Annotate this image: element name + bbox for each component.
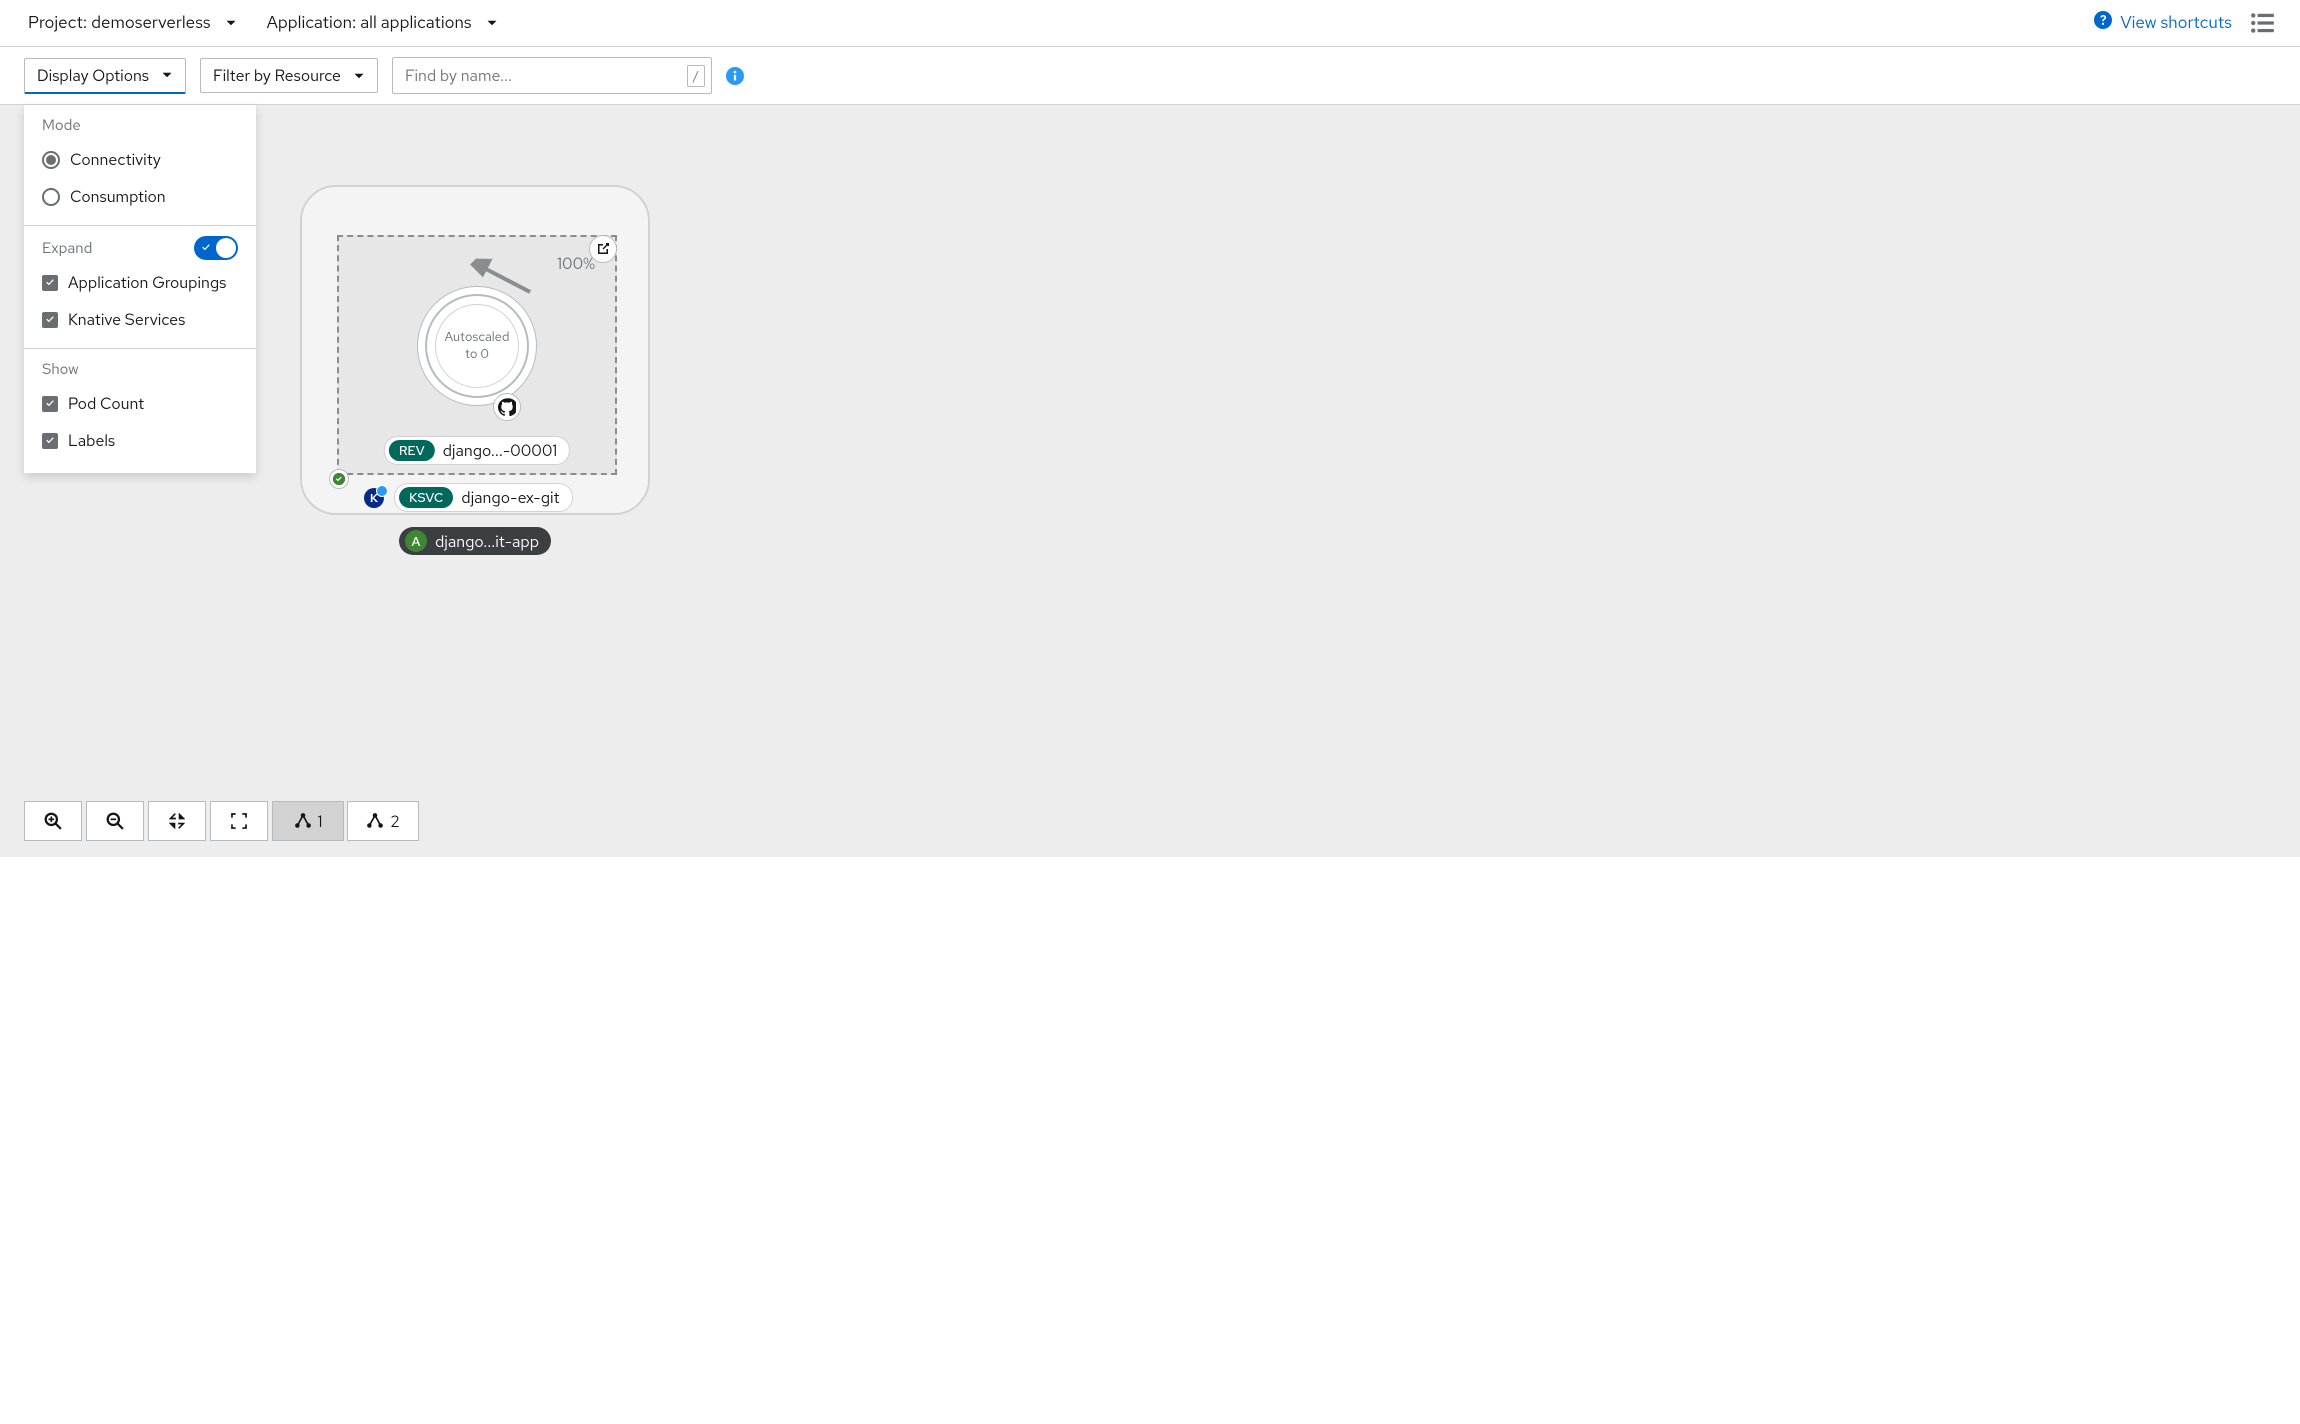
- layout-1-button[interactable]: 1: [272, 801, 344, 841]
- show-labels-option[interactable]: Labels: [42, 422, 238, 459]
- project-value: demoserverless: [91, 12, 211, 34]
- knative-service-node[interactable]: 100%: [300, 185, 650, 515]
- checkbox-checked-icon: [42, 275, 58, 291]
- display-options-popover: Mode Connectivity Consumption Expand: [24, 105, 256, 473]
- graph-layout-icon: [366, 812, 384, 830]
- topology-canvas[interactable]: Mode Connectivity Consumption Expand: [0, 105, 2300, 857]
- revision-label[interactable]: REV django...-00001: [384, 436, 570, 465]
- check-circle-icon: [332, 472, 346, 486]
- reset-view-button[interactable]: [210, 801, 268, 841]
- chevron-down-icon: [486, 17, 498, 29]
- zoom-in-button[interactable]: [24, 801, 82, 841]
- application-group: 100%: [300, 185, 650, 555]
- name-filter: /: [392, 57, 712, 94]
- graph-layout-icon: [294, 812, 312, 830]
- pod-state-line2: to 0: [465, 346, 489, 363]
- application-label-prefix: Application:: [267, 12, 357, 34]
- expand-app-groupings-label: Application Groupings: [68, 272, 226, 293]
- github-icon: [498, 398, 516, 416]
- ksvc-badge: KSVC: [399, 487, 453, 508]
- display-options-label: Display Options: [37, 65, 149, 86]
- show-pod-count-label: Pod Count: [68, 393, 144, 414]
- filter-resource-label: Filter by Resource: [213, 65, 341, 86]
- keyboard-shortcut-hint: /: [687, 65, 705, 87]
- ksvc-label[interactable]: KSVC django-ex-git: [394, 483, 573, 512]
- checkbox-checked-icon: [42, 433, 58, 449]
- pod-ring[interactable]: Autoscaled to 0: [417, 286, 537, 406]
- checkbox-checked-icon: [42, 312, 58, 328]
- chevron-down-icon: [353, 70, 365, 82]
- application-label[interactable]: A django...it-app: [399, 527, 551, 555]
- application-value: all applications: [360, 12, 471, 34]
- name-filter-input[interactable]: [393, 58, 687, 93]
- question-circle-icon: [2094, 11, 2112, 35]
- view-shortcuts-text: View shortcuts: [2120, 12, 2232, 34]
- expand-icon: [230, 812, 248, 830]
- traffic-percent: 100%: [557, 253, 595, 274]
- route-decorator[interactable]: [589, 235, 617, 263]
- layout-1-label: 1: [318, 811, 323, 832]
- expand-toggle[interactable]: [194, 236, 238, 260]
- mode-consumption-label: Consumption: [70, 186, 166, 207]
- external-link-icon: [595, 241, 611, 257]
- zoom-bar: 1 2: [24, 801, 419, 841]
- list-view-toggle[interactable]: [2250, 10, 2276, 36]
- mode-connectivity-label: Connectivity: [70, 149, 161, 170]
- expand-app-groupings-option[interactable]: Application Groupings: [42, 264, 238, 301]
- fit-to-screen-button[interactable]: [148, 801, 206, 841]
- mode-connectivity-option[interactable]: Connectivity: [42, 141, 238, 178]
- revision-name: django...-00001: [443, 440, 558, 461]
- application-badge: A: [405, 530, 427, 552]
- expand-knative-label: Knative Services: [68, 309, 185, 330]
- show-pod-count-option[interactable]: Pod Count: [42, 385, 238, 422]
- radio-unchecked-icon: [42, 188, 60, 206]
- show-labels-label: Labels: [68, 430, 115, 451]
- radio-checked-icon: [42, 151, 60, 169]
- checkbox-checked-icon: [42, 396, 58, 412]
- mode-title: Mode: [42, 115, 238, 135]
- fit-icon: [168, 812, 186, 830]
- project-label-prefix: Project:: [28, 12, 87, 34]
- info-icon[interactable]: [726, 67, 744, 85]
- chevron-down-icon: [225, 17, 237, 29]
- context-bar: Project: demoserverless Application: all…: [0, 0, 2300, 47]
- layout-2-button[interactable]: 2: [347, 801, 419, 841]
- expand-title: Expand: [42, 238, 92, 258]
- pod-state-line1: Autoscaled: [445, 329, 510, 346]
- revision-badge: REV: [389, 440, 435, 461]
- ksvc-name: django-ex-git: [461, 487, 559, 508]
- application-selector[interactable]: Application: all applications: [263, 6, 502, 40]
- zoom-out-icon: [106, 812, 124, 830]
- knative-badge-icon: K: [364, 488, 384, 508]
- zoom-out-button[interactable]: [86, 801, 144, 841]
- expand-knative-option[interactable]: Knative Services: [42, 301, 238, 338]
- toolbar: Display Options Filter by Resource /: [0, 47, 2300, 105]
- check-icon: [200, 242, 212, 254]
- source-decorator[interactable]: [493, 393, 521, 421]
- show-title: Show: [42, 359, 238, 379]
- chevron-down-icon: [161, 69, 173, 81]
- mode-consumption-option[interactable]: Consumption: [42, 178, 238, 215]
- revision-box[interactable]: 100%: [337, 235, 617, 475]
- layout-2-label: 2: [390, 811, 400, 832]
- view-shortcuts-link[interactable]: View shortcuts: [2094, 11, 2232, 35]
- filter-by-resource-dropdown[interactable]: Filter by Resource: [200, 58, 378, 93]
- project-selector[interactable]: Project: demoserverless: [24, 6, 241, 40]
- application-name: django...it-app: [435, 531, 539, 552]
- display-options-dropdown[interactable]: Display Options: [24, 58, 186, 94]
- zoom-in-icon: [44, 812, 62, 830]
- build-status-decorator[interactable]: [329, 469, 349, 489]
